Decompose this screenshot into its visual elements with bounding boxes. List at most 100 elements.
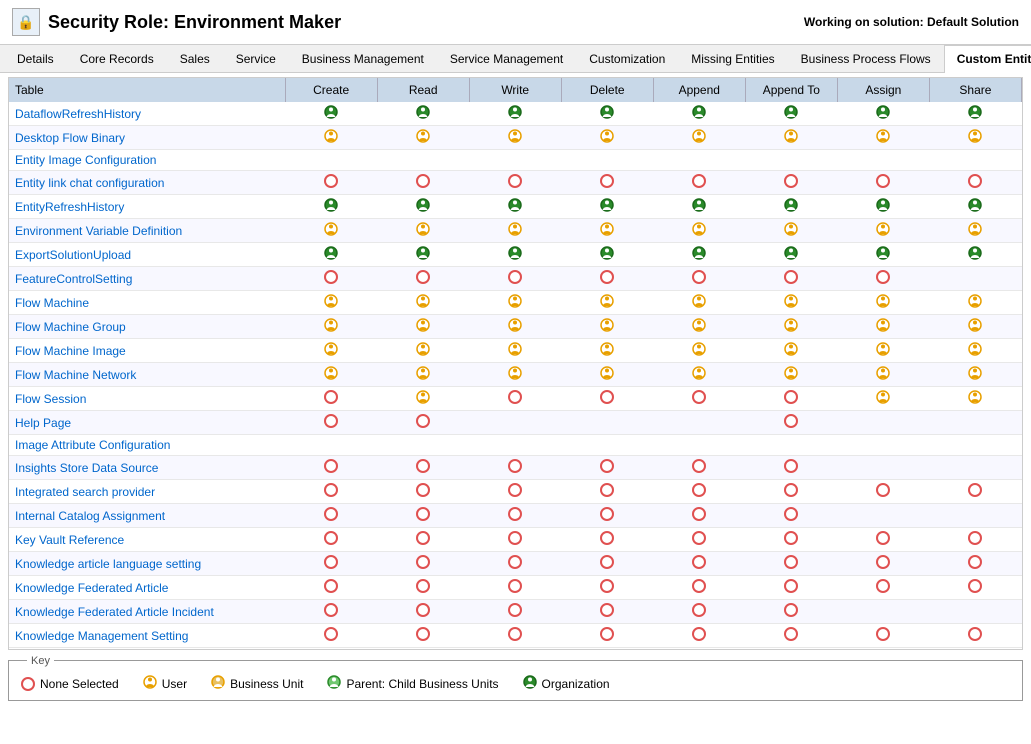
tab-sales[interactable]: Sales (167, 45, 223, 72)
table-cell-write[interactable] (469, 624, 561, 648)
table-cell-append[interactable] (653, 243, 745, 267)
table-cell-append[interactable] (653, 219, 745, 243)
table-cell-read[interactable] (377, 102, 469, 126)
table-cell-read[interactable] (377, 600, 469, 624)
table-cell-share[interactable] (929, 150, 1021, 171)
table-cell-write[interactable] (469, 552, 561, 576)
table-cell-appendto[interactable] (745, 267, 837, 291)
table-cell-read[interactable] (377, 219, 469, 243)
table-cell-name[interactable]: Flow Session (9, 387, 285, 411)
table-cell-create[interactable] (285, 456, 377, 480)
table-cell-assign[interactable] (837, 504, 929, 528)
table-cell-read[interactable] (377, 171, 469, 195)
table-cell-assign[interactable] (837, 339, 929, 363)
table-cell-create[interactable] (285, 150, 377, 171)
table-cell-appendto[interactable] (745, 552, 837, 576)
table-cell-assign[interactable] (837, 552, 929, 576)
table-cell-assign[interactable] (837, 435, 929, 456)
table-cell-create[interactable] (285, 363, 377, 387)
table-cell-write[interactable] (469, 528, 561, 552)
table-cell-create[interactable] (285, 528, 377, 552)
table-cell-share[interactable] (929, 195, 1021, 219)
table-cell-create[interactable] (285, 267, 377, 291)
table-cell-assign[interactable] (837, 267, 929, 291)
table-cell-share[interactable] (929, 552, 1021, 576)
table-cell-read[interactable] (377, 150, 469, 171)
table-cell-write[interactable] (469, 435, 561, 456)
table-cell-append[interactable] (653, 435, 745, 456)
table-cell-delete[interactable] (561, 171, 653, 195)
table-cell-create[interactable] (285, 624, 377, 648)
tab-service-management[interactable]: Service Management (437, 45, 576, 72)
table-cell-name[interactable]: Help Page (9, 411, 285, 435)
table-cell-write[interactable] (469, 219, 561, 243)
table-cell-delete[interactable] (561, 456, 653, 480)
table-cell-delete[interactable] (561, 504, 653, 528)
table-cell-delete[interactable] (561, 267, 653, 291)
table-cell-write[interactable] (469, 150, 561, 171)
table-cell-delete[interactable] (561, 552, 653, 576)
table-cell-write[interactable] (469, 291, 561, 315)
table-cell-append[interactable] (653, 171, 745, 195)
tab-customization[interactable]: Customization (576, 45, 678, 72)
table-cell-assign[interactable] (837, 576, 929, 600)
table-cell-share[interactable] (929, 171, 1021, 195)
table-cell-share[interactable] (929, 291, 1021, 315)
table-cell-appendto[interactable] (745, 219, 837, 243)
table-cell-write[interactable] (469, 456, 561, 480)
table-cell-create[interactable] (285, 504, 377, 528)
table-cell-assign[interactable] (837, 480, 929, 504)
table-cell-name[interactable]: Flow Machine Group (9, 315, 285, 339)
tab-custom-entities[interactable]: Custom Entities (944, 45, 1031, 73)
table-cell-share[interactable] (929, 528, 1021, 552)
table-cell-name[interactable]: Flow Machine Network (9, 363, 285, 387)
table-cell-assign[interactable] (837, 600, 929, 624)
tab-service[interactable]: Service (223, 45, 289, 72)
table-cell-create[interactable] (285, 195, 377, 219)
table-cell-name[interactable]: Knowledge Federated Article Incident (9, 600, 285, 624)
table-cell-create[interactable] (285, 339, 377, 363)
table-cell-delete[interactable] (561, 291, 653, 315)
table-cell-appendto[interactable] (745, 600, 837, 624)
table-cell-create[interactable] (285, 552, 377, 576)
table-cell-create[interactable] (285, 480, 377, 504)
table-cell-share[interactable] (929, 102, 1021, 126)
table-cell-create[interactable] (285, 219, 377, 243)
table-cell-write[interactable] (469, 171, 561, 195)
table-cell-appendto[interactable] (745, 243, 837, 267)
table-cell-read[interactable] (377, 411, 469, 435)
table-cell-appendto[interactable] (745, 576, 837, 600)
table-cell-name[interactable]: FeatureControlSetting (9, 267, 285, 291)
table-cell-write[interactable] (469, 339, 561, 363)
table-cell-create[interactable] (285, 126, 377, 150)
table-cell-read[interactable] (377, 624, 469, 648)
table-cell-assign[interactable] (837, 126, 929, 150)
table-cell-create[interactable] (285, 576, 377, 600)
table-cell-appendto[interactable] (745, 456, 837, 480)
table-cell-read[interactable] (377, 552, 469, 576)
table-cell-share[interactable] (929, 411, 1021, 435)
table-cell-append[interactable] (653, 411, 745, 435)
table-cell-delete[interactable] (561, 600, 653, 624)
table-cell-read[interactable] (377, 267, 469, 291)
table-cell-name[interactable]: Entity Image Configuration (9, 150, 285, 171)
table-cell-appendto[interactable] (745, 363, 837, 387)
table-cell-appendto[interactable] (745, 528, 837, 552)
table-cell-appendto[interactable] (745, 195, 837, 219)
table-cell-share[interactable] (929, 624, 1021, 648)
table-cell-delete[interactable] (561, 126, 653, 150)
table-cell-write[interactable] (469, 126, 561, 150)
table-cell-read[interactable] (377, 291, 469, 315)
tab-business-management[interactable]: Business Management (289, 45, 437, 72)
table-cell-delete[interactable] (561, 363, 653, 387)
table-cell-assign[interactable] (837, 291, 929, 315)
table-cell-name[interactable]: Environment Variable Definition (9, 219, 285, 243)
table-cell-appendto[interactable] (745, 291, 837, 315)
table-cell-write[interactable] (469, 576, 561, 600)
table-cell-append[interactable] (653, 339, 745, 363)
table-cell-appendto[interactable] (745, 171, 837, 195)
table-cell-create[interactable] (285, 387, 377, 411)
table-cell-appendto[interactable] (745, 504, 837, 528)
table-cell-delete[interactable] (561, 528, 653, 552)
table-cell-appendto[interactable] (745, 102, 837, 126)
